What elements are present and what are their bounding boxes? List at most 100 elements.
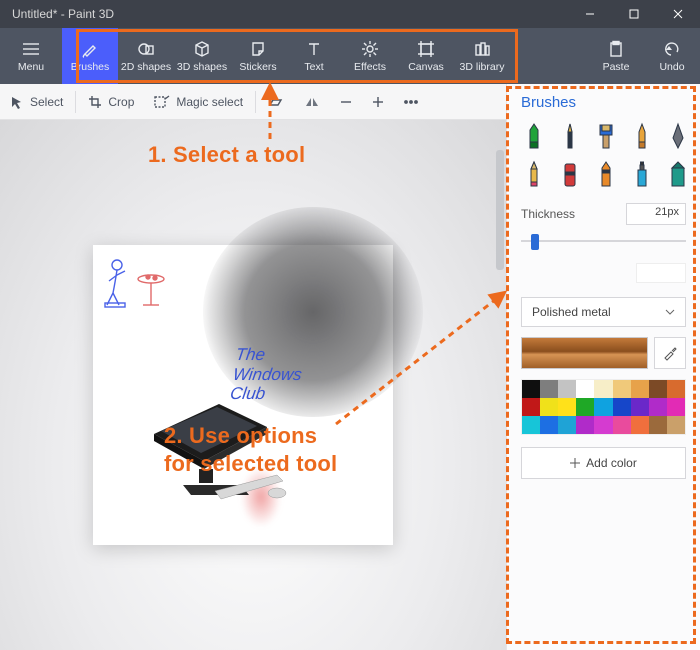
color-swatch[interactable] — [631, 416, 649, 434]
more-button[interactable] — [394, 84, 428, 120]
thickness-label: Thickness — [521, 207, 575, 221]
menu-button[interactable]: Menu — [0, 28, 62, 84]
tab-text[interactable]: Text — [286, 28, 342, 84]
title-bar: Untitled* - Paint 3D — [0, 0, 700, 28]
tab-label: Brushes — [71, 61, 110, 73]
current-color-swatch[interactable] — [521, 337, 648, 369]
color-swatch[interactable] — [649, 398, 667, 416]
thickness-row: Thickness 21px — [521, 203, 686, 225]
crop-icon — [88, 95, 102, 109]
tab-label: 3D library — [460, 61, 505, 73]
paste-button[interactable]: Paste — [588, 28, 644, 84]
annotation-step2: 2. Use options for selected tool — [164, 422, 337, 477]
add-color-button[interactable]: Add color — [521, 447, 686, 479]
thickness-input[interactable]: 21px — [626, 203, 686, 225]
color-swatch[interactable] — [649, 380, 667, 398]
crop-tool[interactable]: Crop — [78, 84, 144, 120]
effects-icon — [360, 39, 380, 59]
paste-label: Paste — [603, 61, 630, 73]
divider — [255, 91, 256, 113]
tab-brushes[interactable]: Brushes — [62, 28, 118, 84]
undo-label: Undo — [659, 61, 684, 73]
panel-title: Brushes — [521, 94, 686, 111]
color-swatch[interactable] — [594, 380, 612, 398]
window-title: Untitled* - Paint 3D — [0, 7, 568, 21]
magic-select-tool[interactable]: Magic select — [144, 84, 253, 120]
annotation-arrow-2 — [330, 290, 510, 435]
color-swatch[interactable] — [649, 416, 667, 434]
color-swatch[interactable] — [558, 398, 576, 416]
color-swatch[interactable] — [613, 398, 631, 416]
undo-button[interactable]: Undo — [644, 28, 700, 84]
eyedropper-button[interactable] — [654, 337, 686, 369]
close-button[interactable] — [656, 0, 700, 28]
color-swatch[interactable] — [540, 380, 558, 398]
tab-3d-shapes[interactable]: 3D shapes — [174, 28, 230, 84]
tab-effects[interactable]: Effects — [342, 28, 398, 84]
color-swatch[interactable] — [540, 416, 558, 434]
color-swatch[interactable] — [594, 398, 612, 416]
color-swatch[interactable] — [576, 416, 594, 434]
flip-tool[interactable] — [294, 84, 330, 120]
paste-icon — [606, 39, 626, 59]
tab-stickers[interactable]: Stickers — [230, 28, 286, 84]
color-swatch[interactable] — [522, 380, 540, 398]
color-swatch[interactable] — [576, 380, 594, 398]
color-swatch[interactable] — [631, 380, 649, 398]
material-value: Polished metal — [532, 305, 611, 319]
scrollbar-thumb[interactable] — [496, 150, 504, 270]
more-icon — [404, 99, 418, 105]
shapes-2d-icon — [136, 39, 156, 59]
text-icon — [304, 39, 324, 59]
shapes-3d-icon — [192, 39, 212, 59]
color-swatch[interactable] — [558, 416, 576, 434]
magic-label: Magic select — [176, 95, 243, 109]
minimize-button[interactable] — [568, 0, 612, 28]
cursor-icon — [10, 95, 24, 109]
color-swatch[interactable] — [540, 398, 558, 416]
zoom-out-button[interactable] — [330, 84, 362, 120]
menu-label: Menu — [18, 61, 44, 73]
color-swatch[interactable] — [576, 398, 594, 416]
tab-2d-shapes[interactable]: 2D shapes — [118, 28, 174, 84]
material-dropdown[interactable]: Polished metal — [521, 297, 686, 327]
color-swatch[interactable] — [558, 380, 576, 398]
brush-crayon[interactable] — [593, 159, 619, 189]
slider-track — [521, 240, 686, 242]
slider-thumb[interactable] — [531, 234, 539, 250]
select-tool[interactable]: Select — [0, 84, 73, 120]
tab-canvas[interactable]: Canvas — [398, 28, 454, 84]
tab-label: 2D shapes — [121, 61, 171, 73]
color-swatch[interactable] — [667, 398, 685, 416]
color-swatch[interactable] — [667, 416, 685, 434]
tab-3d-library[interactable]: 3D library — [454, 28, 510, 84]
tab-label: Canvas — [408, 61, 444, 73]
color-swatch[interactable] — [522, 416, 540, 434]
color-swatch[interactable] — [522, 398, 540, 416]
maximize-button[interactable] — [612, 0, 656, 28]
brush-marker[interactable] — [521, 121, 547, 151]
brush-pencil[interactable] — [521, 159, 547, 189]
annotation-arrow-1 — [260, 87, 280, 148]
brush-pixel[interactable] — [665, 121, 691, 151]
color-swatch[interactable] — [594, 416, 612, 434]
divider — [75, 91, 76, 113]
color-swatch[interactable] — [631, 398, 649, 416]
select-label: Select — [30, 95, 63, 109]
color-swatch[interactable] — [667, 380, 685, 398]
color-swatch[interactable] — [613, 380, 631, 398]
eyedropper-icon — [662, 345, 678, 361]
brush-oil[interactable] — [593, 121, 619, 151]
zoom-in-button[interactable] — [362, 84, 394, 120]
brush-spray[interactable] — [629, 159, 655, 189]
brush-calligraphy[interactable] — [557, 121, 583, 151]
thickness-slider[interactable] — [521, 229, 686, 253]
brush-icon — [80, 39, 100, 59]
chevron-down-icon — [665, 309, 675, 315]
add-color-label: Add color — [586, 456, 637, 470]
brush-fill[interactable] — [665, 159, 691, 189]
brush-watercolor[interactable] — [629, 121, 655, 151]
color-swatch[interactable] — [613, 416, 631, 434]
person-drawing — [103, 255, 173, 318]
brush-eraser[interactable] — [557, 159, 583, 189]
